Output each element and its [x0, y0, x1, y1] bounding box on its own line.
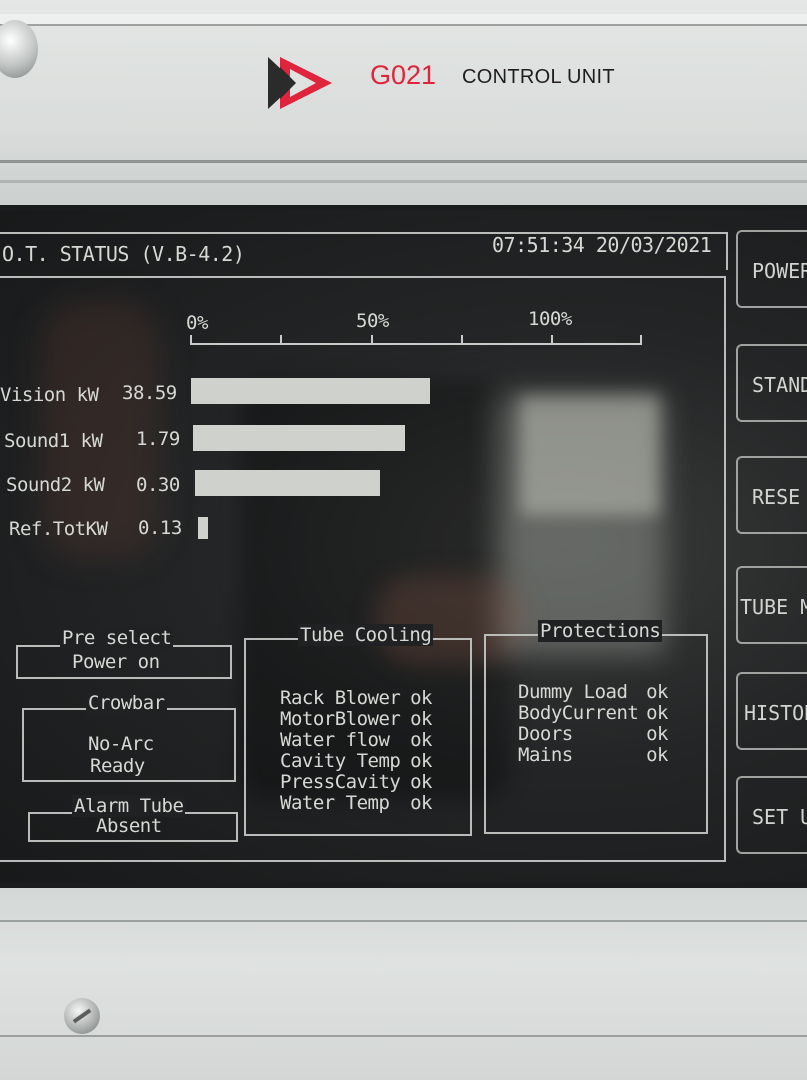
standby-button[interactable]: STAND: [736, 344, 807, 422]
alarm-tube-value: Absent: [96, 815, 162, 837]
panel-groove: [0, 1035, 807, 1037]
meter-bar-sound1: [193, 425, 405, 451]
protections-list: Dummy Load ok BodyCurrent ok Doors ok Mains…: [518, 682, 698, 766]
meter-bar-reftot: [198, 517, 208, 539]
unit-code: G021: [370, 60, 437, 90]
screen-title: O.T. STATUS (V.B-4.2): [2, 242, 245, 266]
setup-button[interactable]: SET U: [736, 776, 807, 854]
clock: 07:51:34 20/03/2021: [492, 233, 712, 257]
list-item: Doors ok: [518, 723, 668, 745]
crowbar-title: Crowbar: [86, 692, 167, 714]
panel-groove: [0, 180, 807, 183]
meter-value-sound2: 0.30: [136, 474, 180, 496]
meter-value-sound1: 1.79: [136, 428, 180, 450]
meter-label-sound2: Sound2 kW: [6, 474, 105, 496]
protections-title: Protections: [538, 620, 663, 642]
list-item: Dummy Load ok: [518, 681, 668, 703]
scale-label-0: 0%: [186, 312, 208, 334]
scale-tick: [461, 335, 463, 345]
scale-tick: [190, 335, 192, 345]
tube-cooling-list: Rack Blower ok MotorBlower ok Water flow ok…: [280, 688, 460, 814]
scale-tick: [371, 335, 373, 345]
rack-rail: [0, 14, 807, 26]
crowbar-status: No-Arc: [88, 733, 154, 755]
preselect-value: Power on: [72, 651, 160, 673]
meter-label-reftot: Ref.TotKW: [9, 518, 108, 540]
list-item: MotorBlower ok: [280, 708, 432, 730]
panel-groove: [0, 920, 807, 922]
meter-bar-vision: [191, 378, 430, 404]
history-button[interactable]: HISTOR: [736, 672, 807, 750]
tube-cooling-title: Tube Cooling: [298, 624, 434, 646]
alarm-tube-title: Alarm Tube: [72, 795, 186, 817]
bottom-panel: [0, 888, 807, 1080]
brand-logo: [268, 57, 332, 109]
meter-bar-sound2: [195, 470, 380, 496]
screw-icon: [64, 998, 100, 1034]
preselect-title: Pre select: [60, 627, 174, 649]
scale-tick: [551, 335, 553, 345]
crowbar-ready: Ready: [90, 755, 145, 777]
panel-groove: [0, 160, 807, 163]
list-item: Rack Blower ok: [280, 687, 432, 709]
list-item: PressCavity ok: [280, 771, 432, 793]
scale-axis: [190, 343, 642, 345]
list-item: Water Temp ok: [280, 792, 432, 814]
scale-tick: [640, 335, 642, 345]
unit-title: CONTROL UNIT: [462, 66, 615, 88]
tube-measure-button[interactable]: TUBE ME: [736, 566, 807, 644]
scale-label-50: 50%: [356, 310, 389, 332]
scale-tick: [280, 335, 282, 345]
list-item: Water flow ok: [280, 729, 432, 751]
meter-value-reftot: 0.13: [138, 517, 182, 539]
reset-button[interactable]: RESE: [736, 456, 807, 534]
scale-label-100: 100%: [528, 308, 572, 330]
meter-value-vision: 38.59: [122, 382, 177, 404]
meter-label-vision: Vision kW: [0, 384, 99, 406]
meter-label-sound1: Sound1 kW: [4, 430, 103, 452]
list-item: Mains ok: [518, 744, 668, 766]
list-item: BodyCurrent ok: [518, 702, 668, 724]
power-button[interactable]: POWER: [736, 230, 807, 308]
list-item: Cavity Temp ok: [280, 750, 432, 772]
